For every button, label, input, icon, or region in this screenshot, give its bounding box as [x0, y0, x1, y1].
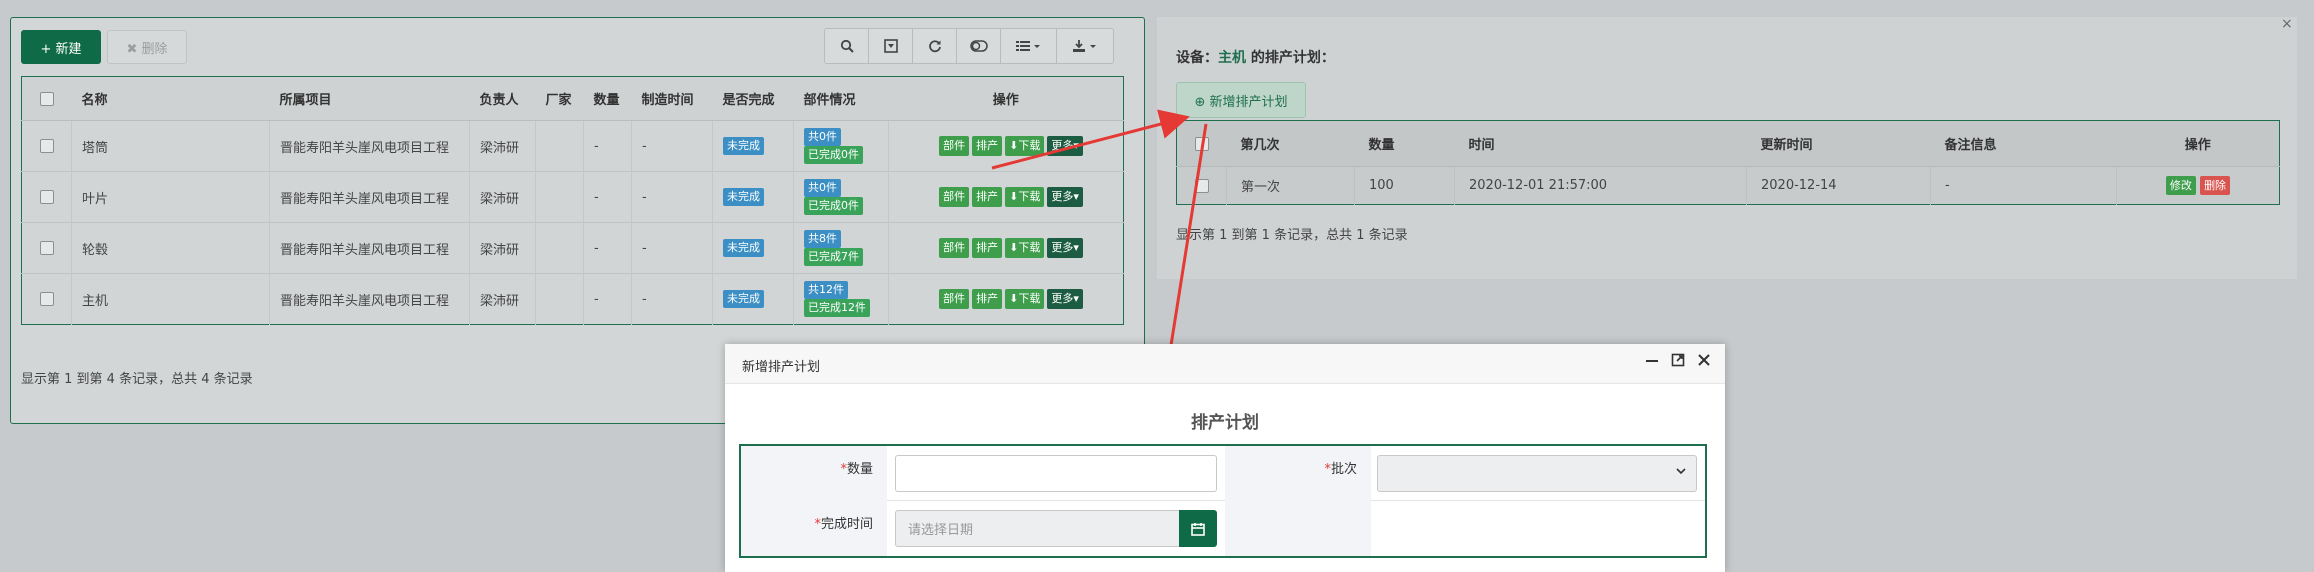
modal-controls: [1645, 352, 1711, 372]
date-label: *完成时间: [741, 501, 887, 556]
calendar-icon[interactable]: [1179, 510, 1217, 547]
modal-title: 新增排产计划: [742, 360, 821, 375]
arrow-schedule-to-panel: [991, 109, 1190, 170]
qty-input[interactable]: [895, 455, 1217, 492]
batch-label: *批次: [1225, 446, 1371, 501]
batch-select[interactable]: [1377, 455, 1697, 492]
schedule-form: *数量 *批次 *完成时间 请选择日期: [739, 444, 1707, 558]
modal-header: 新增排产计划: [725, 344, 1725, 384]
add-schedule-modal: 新增排产计划 排产计划 *数量 *批次 *完成时间 请选择日期: [725, 344, 1725, 572]
qty-label: *数量: [741, 446, 887, 501]
form-heading: 排产计划: [1191, 413, 1259, 433]
maximize-icon[interactable]: [1671, 352, 1685, 372]
form-row: *完成时间 请选择日期: [741, 501, 1705, 556]
form-row: *数量 *批次: [741, 446, 1705, 501]
empty-label: [1225, 501, 1371, 556]
minimize-icon[interactable]: [1645, 352, 1659, 372]
date-input[interactable]: 请选择日期: [895, 510, 1181, 547]
chevron-down-icon: [1676, 465, 1686, 479]
close-icon[interactable]: [1697, 352, 1711, 372]
